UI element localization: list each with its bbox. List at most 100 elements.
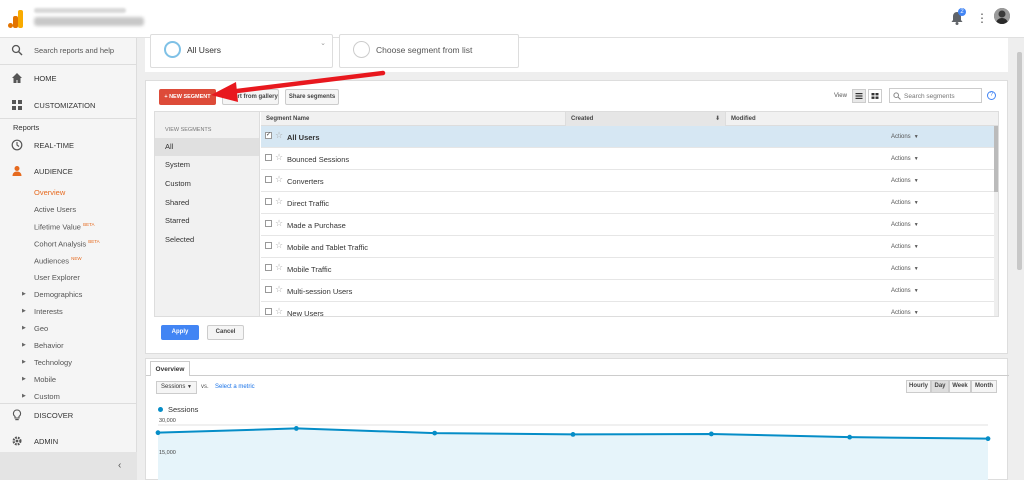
star-icon[interactable]: ☆ — [275, 130, 283, 140]
range-week-button[interactable]: Week — [949, 380, 971, 393]
segment-name[interactable]: New Users — [287, 309, 324, 316]
sidebar-item-discover[interactable]: DISCOVER — [0, 404, 137, 426]
property-name-blurred[interactable] — [34, 17, 144, 26]
filter-system[interactable]: System — [155, 156, 259, 174]
sessions-line-chart[interactable]: 30,000 15,000 — [146, 417, 1009, 480]
actions-menu-button[interactable]: Actions ▼ — [891, 222, 919, 228]
sidebar-sub-audiences[interactable]: Audiences NEW — [34, 256, 82, 266]
sidebar-collapse-bar[interactable]: ‹ — [0, 452, 137, 480]
apply-button[interactable]: Apply — [161, 325, 199, 340]
sidebar-sub-interests[interactable]: Interests — [34, 307, 63, 316]
chart-point[interactable] — [708, 431, 714, 437]
filter-shared[interactable]: Shared — [155, 194, 259, 212]
select-metric-link[interactable]: Select a metric — [215, 384, 255, 390]
row-checkbox[interactable] — [265, 242, 272, 249]
chart-point[interactable] — [570, 431, 576, 437]
tab-overview[interactable]: Overview — [150, 361, 190, 376]
table-row[interactable]: ☆ Mobile and Tablet Traffic Actions ▼ — [261, 236, 998, 258]
table-row[interactable]: ☆ New Users Actions ▼ — [261, 302, 998, 316]
cancel-button[interactable]: Cancel — [207, 325, 244, 340]
segment-name[interactable]: Bounced Sessions — [287, 155, 349, 164]
star-icon[interactable]: ☆ — [275, 174, 283, 184]
row-checkbox[interactable] — [265, 220, 272, 227]
help-icon[interactable]: ? — [987, 91, 996, 100]
chart-point[interactable] — [293, 426, 299, 431]
grid-view-button[interactable] — [868, 89, 882, 103]
filter-starred[interactable]: Starred — [155, 212, 259, 230]
chevron-left-icon[interactable]: ‹ — [118, 460, 121, 471]
segment-name[interactable]: All Users — [287, 133, 320, 142]
expand-triangle-icon[interactable]: ▶ — [22, 393, 26, 399]
filter-custom[interactable]: Custom — [155, 175, 259, 193]
sidebar-sub-custom[interactable]: Custom — [34, 392, 60, 401]
table-row[interactable]: ☆ Made a Purchase Actions ▼ — [261, 214, 998, 236]
row-checkbox[interactable] — [265, 264, 272, 271]
sidebar-sub-active-users[interactable]: Active Users — [34, 205, 76, 214]
column-segment-name[interactable]: Segment Name — [261, 112, 566, 126]
actions-menu-button[interactable]: Actions ▼ — [891, 288, 919, 294]
chart-point[interactable] — [985, 436, 991, 442]
column-modified[interactable]: Modified — [726, 112, 998, 126]
sidebar-item-home[interactable]: HOME — [0, 67, 137, 89]
sidebar-sub-user-explorer[interactable]: User Explorer — [34, 273, 80, 282]
actions-menu-button[interactable]: Actions ▼ — [891, 244, 919, 250]
row-checkbox[interactable] — [265, 198, 272, 205]
sidebar-item-realtime[interactable]: REAL-TIME — [0, 134, 137, 156]
actions-menu-button[interactable]: Actions ▼ — [891, 266, 919, 272]
segment-name[interactable]: Mobile and Tablet Traffic — [287, 243, 368, 252]
segment-search-input[interactable] — [904, 91, 980, 101]
actions-menu-button[interactable]: Actions ▼ — [891, 156, 919, 162]
sidebar-sub-demographics[interactable]: Demographics — [34, 290, 82, 299]
expand-triangle-icon[interactable]: ▶ — [22, 359, 26, 365]
table-row[interactable]: ☆ Direct Traffic Actions ▼ — [261, 192, 998, 214]
segment-name[interactable]: Converters — [287, 177, 324, 186]
sidebar-item-admin[interactable]: ADMIN — [0, 430, 137, 452]
chart-point[interactable] — [432, 430, 438, 436]
sidebar-sub-technology[interactable]: Technology — [34, 358, 72, 367]
table-row[interactable]: ☆ Multi-session Users Actions ▼ — [261, 280, 998, 302]
analytics-logo-icon[interactable] — [8, 10, 24, 28]
segment-name[interactable]: Multi-session Users — [287, 287, 352, 296]
actions-menu-button[interactable]: Actions ▼ — [891, 134, 919, 140]
sidebar-sub-mobile[interactable]: Mobile — [34, 375, 56, 384]
avatar[interactable] — [994, 8, 1010, 24]
sidebar-sub-behavior[interactable]: Behavior — [34, 341, 64, 350]
expand-triangle-icon[interactable]: ▶ — [22, 325, 26, 331]
actions-menu-button[interactable]: Actions ▼ — [891, 200, 919, 206]
list-view-button[interactable] — [852, 89, 866, 103]
star-icon[interactable]: ☆ — [275, 218, 283, 228]
range-hourly-button[interactable]: Hourly — [906, 380, 931, 393]
star-icon[interactable]: ☆ — [275, 262, 283, 272]
sidebar-item-audience[interactable]: AUDIENCE — [0, 160, 137, 182]
range-day-button[interactable]: Day — [931, 380, 949, 393]
star-icon[interactable]: ☆ — [275, 306, 283, 316]
sidebar-item-customization[interactable]: CUSTOMIZATION — [0, 94, 137, 116]
metric-select[interactable]: Sessions ▼ — [156, 381, 197, 394]
sidebar-sub-lifetime-value[interactable]: Lifetime Value BETA — [34, 222, 95, 232]
segment-name[interactable]: Made a Purchase — [287, 221, 346, 230]
expand-triangle-icon[interactable]: ▶ — [22, 376, 26, 382]
row-checkbox[interactable] — [265, 286, 272, 293]
segment-search[interactable] — [889, 88, 982, 103]
star-icon[interactable]: ☆ — [275, 196, 283, 206]
filter-selected[interactable]: Selected — [155, 231, 259, 249]
table-row[interactable]: ☆ Mobile Traffic Actions ▼ — [261, 258, 998, 280]
row-checkbox[interactable] — [265, 308, 272, 315]
table-row[interactable]: ✓ ☆ All Users Actions ▼ — [261, 126, 998, 148]
sidebar-sub-geo[interactable]: Geo — [34, 324, 48, 333]
segment-name[interactable]: Direct Traffic — [287, 199, 329, 208]
segment-name[interactable]: Mobile Traffic — [287, 265, 331, 274]
expand-triangle-icon[interactable]: ▶ — [22, 308, 26, 314]
table-row[interactable]: ☆ Bounced Sessions Actions ▼ — [261, 148, 998, 170]
expand-triangle-icon[interactable]: ▶ — [22, 342, 26, 348]
star-icon[interactable]: ☆ — [275, 152, 283, 162]
actions-menu-button[interactable]: Actions ▼ — [891, 178, 919, 184]
sidebar-sub-cohort-analysis[interactable]: Cohort Analysis BETA — [34, 239, 100, 249]
sidebar-search[interactable]: Search reports and help — [0, 39, 137, 61]
expand-triangle-icon[interactable]: ▶ — [22, 291, 26, 297]
sidebar-sub-overview[interactable]: Overview — [34, 188, 65, 197]
row-checkbox[interactable]: ✓ — [265, 132, 272, 139]
row-checkbox[interactable] — [265, 154, 272, 161]
chart-point[interactable] — [155, 430, 161, 436]
star-icon[interactable]: ☆ — [275, 240, 283, 250]
